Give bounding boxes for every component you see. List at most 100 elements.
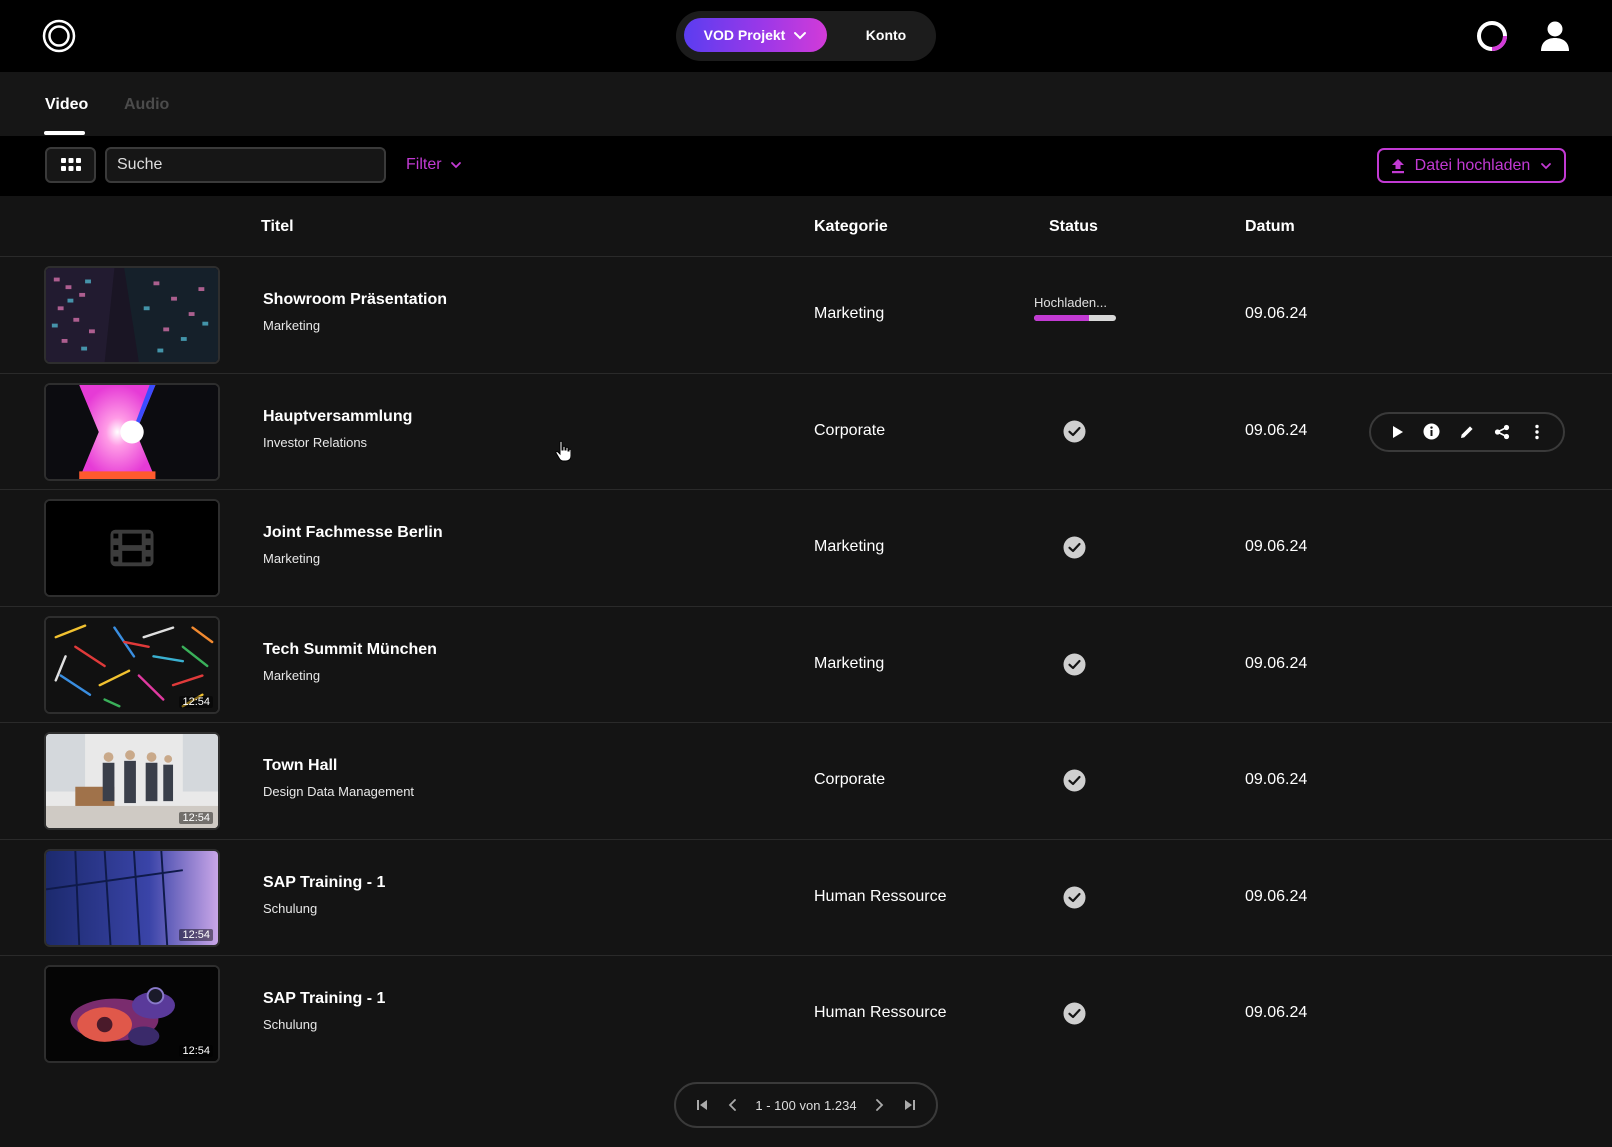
row-actions bbox=[1369, 411, 1565, 452]
table-row[interactable]: Joint Fachmesse Berlin Marketing Marketi… bbox=[0, 490, 1612, 607]
video-duration: 12:54 bbox=[179, 695, 213, 708]
video-subtitle: Design Data Management bbox=[263, 784, 415, 799]
chevron-down-icon bbox=[794, 32, 807, 40]
account-button[interactable]: Konto bbox=[844, 18, 928, 52]
pagination-area: 1 - 100 von 1.234 bbox=[0, 1072, 1612, 1147]
upload-progress-bar bbox=[1034, 315, 1116, 321]
film-placeholder-icon bbox=[46, 501, 218, 595]
user-icon[interactable] bbox=[1537, 18, 1573, 54]
video-title[interactable]: SAP Training - 1 bbox=[263, 990, 385, 1008]
last-page-icon[interactable] bbox=[902, 1097, 918, 1113]
tab-video[interactable]: Video bbox=[45, 96, 88, 114]
video-thumbnail[interactable] bbox=[44, 499, 220, 597]
column-header-category[interactable]: Kategorie bbox=[814, 218, 888, 236]
check-circle-icon bbox=[1063, 536, 1086, 559]
project-dropdown-button[interactable]: VOD Projekt bbox=[684, 18, 827, 52]
video-category: Human Ressource bbox=[814, 1004, 947, 1021]
next-page-icon[interactable] bbox=[871, 1097, 887, 1113]
play-icon[interactable] bbox=[1387, 422, 1407, 442]
video-subtitle: Investor Relations bbox=[263, 434, 368, 450]
video-thumbnail[interactable]: 12:54 bbox=[44, 732, 220, 830]
table-row[interactable]: Showroom Präsentation Marketing Marketin… bbox=[0, 257, 1612, 374]
top-bar: VOD Projekt Konto bbox=[0, 0, 1612, 72]
progress-ring-icon[interactable] bbox=[1475, 19, 1509, 53]
abstract-pink-thumbnail bbox=[46, 384, 218, 479]
ring-logo-icon[interactable] bbox=[42, 19, 76, 53]
more-icon[interactable] bbox=[1527, 422, 1547, 442]
check-circle-icon bbox=[1063, 886, 1086, 908]
column-header-date[interactable]: Datum bbox=[1245, 218, 1295, 236]
video-thumbnail[interactable] bbox=[44, 382, 220, 481]
grid-view-button[interactable] bbox=[45, 147, 96, 183]
video-subtitle: Schulung bbox=[263, 1017, 318, 1032]
grid-icon bbox=[60, 158, 81, 171]
video-date: 09.06.24 bbox=[1245, 654, 1308, 672]
video-date: 09.06.24 bbox=[1245, 887, 1308, 905]
project-label: VOD Projekt bbox=[703, 27, 786, 43]
chevron-down-icon bbox=[450, 162, 461, 169]
upload-file-button[interactable]: Datei hochladen bbox=[1377, 148, 1566, 183]
active-tab-indicator bbox=[44, 131, 85, 135]
video-title[interactable]: Tech Summit München bbox=[263, 641, 437, 659]
video-thumbnail[interactable] bbox=[44, 266, 220, 364]
chevron-down-icon bbox=[1541, 162, 1552, 169]
video-duration: 12:54 bbox=[179, 1045, 213, 1057]
video-title[interactable]: Town Hall bbox=[263, 757, 337, 775]
table-header: Titel Kategorie Status Datum bbox=[0, 196, 1612, 257]
video-title[interactable]: SAP Training - 1 bbox=[263, 874, 385, 892]
table-row[interactable]: 12:54 Tech Summit München Marketing Mark… bbox=[0, 607, 1612, 723]
share-icon[interactable] bbox=[1492, 422, 1512, 442]
upload-status-label: Hochladen... bbox=[1034, 295, 1107, 310]
video-category: Corporate bbox=[814, 771, 886, 788]
column-header-title[interactable]: Titel bbox=[261, 218, 294, 236]
check-circle-icon bbox=[1063, 420, 1086, 442]
video-date: 09.06.24 bbox=[1245, 421, 1308, 439]
video-subtitle: Marketing bbox=[263, 667, 321, 683]
page-range-label: 1 - 100 von 1.234 bbox=[755, 1097, 857, 1113]
search-input[interactable] bbox=[105, 147, 386, 183]
video-date: 09.06.24 bbox=[1245, 1004, 1308, 1021]
video-table: Showroom Präsentation Marketing Marketin… bbox=[0, 257, 1612, 1073]
column-header-status[interactable]: Status bbox=[1049, 218, 1098, 236]
video-date: 09.06.24 bbox=[1245, 771, 1308, 788]
check-circle-icon bbox=[1063, 769, 1086, 792]
first-page-icon[interactable] bbox=[694, 1097, 710, 1113]
upload-label: Datei hochladen bbox=[1414, 156, 1531, 174]
video-duration: 12:54 bbox=[179, 928, 213, 941]
video-subtitle: Marketing bbox=[263, 318, 321, 333]
video-category: Corporate bbox=[814, 421, 886, 439]
video-thumbnail[interactable]: 12:54 bbox=[44, 965, 220, 1063]
video-date: 09.06.24 bbox=[1245, 538, 1308, 555]
previous-page-icon[interactable] bbox=[725, 1097, 741, 1113]
building-night-thumbnail bbox=[46, 268, 218, 362]
pagination: 1 - 100 von 1.234 bbox=[674, 1082, 938, 1128]
info-icon[interactable] bbox=[1422, 422, 1442, 442]
video-thumbnail[interactable]: 12:54 bbox=[44, 848, 220, 947]
video-category: Marketing bbox=[814, 654, 885, 672]
video-category: Marketing bbox=[814, 538, 885, 555]
video-title[interactable]: Hauptversammlung bbox=[263, 408, 412, 426]
edit-icon[interactable] bbox=[1457, 422, 1477, 442]
table-row[interactable]: Hauptversammlung Investor Relations Corp… bbox=[0, 374, 1612, 490]
video-subtitle: Marketing bbox=[263, 551, 321, 566]
filter-label: Filter bbox=[406, 156, 442, 173]
video-duration: 12:54 bbox=[179, 812, 213, 824]
hand-cursor-icon bbox=[555, 440, 571, 462]
check-circle-icon bbox=[1063, 653, 1086, 675]
video-subtitle: Schulung bbox=[263, 900, 318, 916]
video-title[interactable]: Showroom Präsentation bbox=[263, 291, 447, 309]
video-category: Marketing bbox=[814, 305, 885, 322]
table-row[interactable]: 12:54 SAP Training - 1 Schulung Human Re… bbox=[0, 956, 1612, 1073]
upload-icon bbox=[1391, 158, 1404, 173]
filter-button[interactable]: Filter bbox=[406, 147, 462, 183]
video-title[interactable]: Joint Fachmesse Berlin bbox=[263, 524, 443, 542]
project-switcher: VOD Projekt Konto bbox=[676, 11, 936, 61]
table-row[interactable]: 12:54 Town Hall Design Data Management C… bbox=[0, 723, 1612, 840]
check-circle-icon bbox=[1063, 1002, 1086, 1025]
table-row[interactable]: 12:54 SAP Training - 1 Schulung Human Re… bbox=[0, 840, 1612, 956]
video-thumbnail[interactable]: 12:54 bbox=[44, 615, 220, 714]
toolbar: Filter Datei hochladen bbox=[0, 136, 1612, 196]
upload-progress-fill bbox=[1034, 315, 1089, 321]
tab-audio[interactable]: Audio bbox=[124, 96, 169, 114]
video-date: 09.06.24 bbox=[1245, 305, 1308, 322]
